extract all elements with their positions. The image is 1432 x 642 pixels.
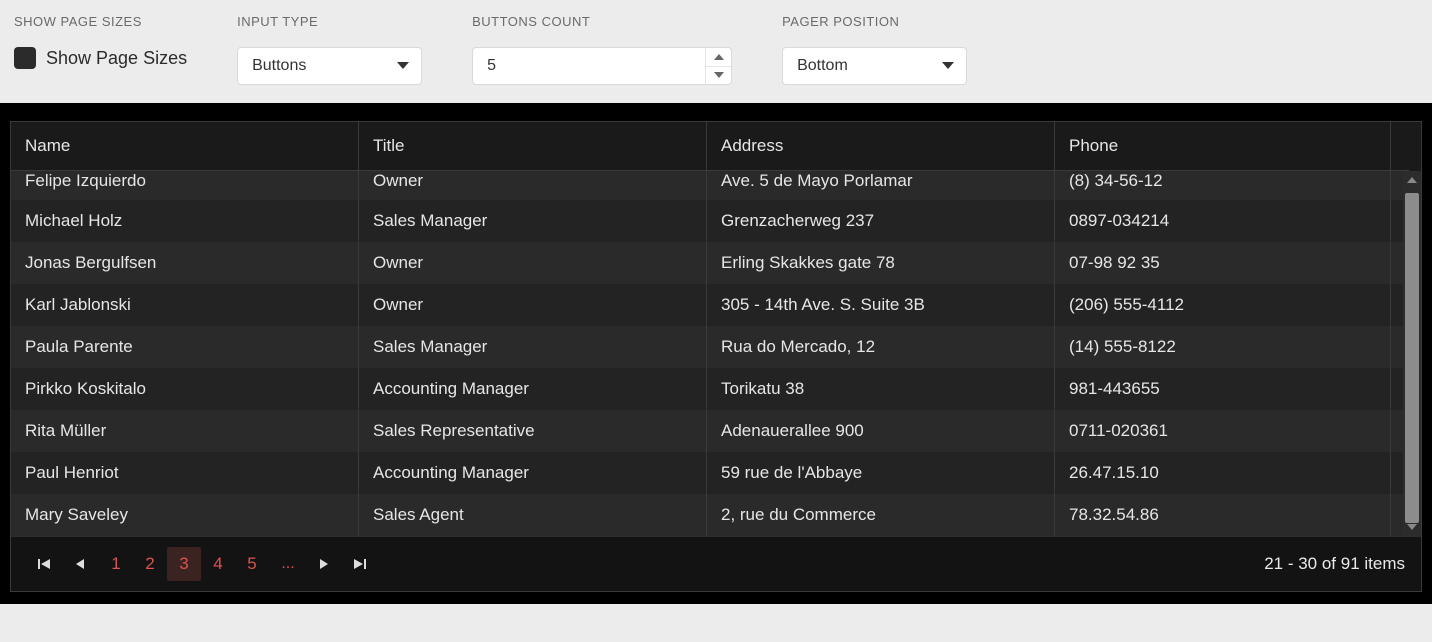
cell-name: Rita Müller — [11, 410, 359, 452]
input-type-control: INPUT TYPE Buttons — [237, 14, 422, 85]
show-page-sizes-checkbox-label[interactable]: Show Page Sizes — [46, 48, 187, 69]
cell-title: Owner — [359, 284, 707, 326]
cell-address: 59 rue de l'Abbaye — [707, 452, 1055, 494]
cell-name: Mary Saveley — [11, 494, 359, 536]
cell-phone: (206) 555-4112 — [1055, 284, 1391, 326]
pager-page-1[interactable]: 1 — [99, 547, 133, 581]
cell-phone: 0897-034214 — [1055, 200, 1391, 242]
cell-phone: 0711-020361 — [1055, 410, 1391, 452]
pager-position-control: PAGER POSITION Bottom — [782, 14, 967, 85]
pager-prev-button[interactable] — [63, 547, 97, 581]
cell-title: Sales Agent — [359, 494, 707, 536]
scrollbar-thumb[interactable] — [1405, 193, 1419, 523]
cell-phone: 981-443655 — [1055, 368, 1391, 410]
pager-position-label: PAGER POSITION — [782, 14, 967, 29]
buttons-count-input[interactable]: 5 — [472, 47, 732, 85]
chevron-down-icon — [942, 62, 954, 70]
cell-address: Torikatu 38 — [707, 368, 1055, 410]
cell-phone: (8) 34-56-12 — [1055, 171, 1391, 200]
scrollbar-track[interactable] — [1403, 189, 1421, 518]
buttons-count-control: BUTTONS COUNT 5 — [472, 14, 732, 85]
table-row[interactable]: Felipe IzquierdoOwnerAve. 5 de Mayo Porl… — [11, 171, 1421, 200]
cell-name: Paula Parente — [11, 326, 359, 368]
table-row[interactable]: Paul HenriotAccounting Manager59 rue de … — [11, 452, 1421, 494]
spinner-down-button[interactable] — [706, 67, 731, 85]
spinner-up-button[interactable] — [706, 48, 731, 67]
pager-controls: 12345 ... — [27, 547, 377, 581]
pager-position-dropdown[interactable]: Bottom — [782, 47, 967, 85]
cell-title: Owner — [359, 171, 707, 200]
table-row[interactable]: Michael HolzSales ManagerGrenzacherweg 2… — [11, 200, 1421, 242]
table-row[interactable]: Jonas BergulfsenOwnerErling Skakkes gate… — [11, 242, 1421, 284]
pager-page-3[interactable]: 3 — [167, 547, 201, 581]
pager-first-button[interactable] — [27, 547, 61, 581]
input-type-value: Buttons — [252, 57, 306, 75]
pager-last-button[interactable] — [343, 547, 377, 581]
table-row[interactable]: Mary SaveleySales Agent2, rue du Commerc… — [11, 494, 1421, 536]
cell-title: Owner — [359, 242, 707, 284]
pager: 12345 ... 21 - 30 of 91 items — [11, 536, 1421, 591]
cell-title: Accounting Manager — [359, 368, 707, 410]
show-page-sizes-control: SHOW PAGE SIZES Show Page Sizes — [14, 14, 187, 85]
grid-header: Name Title Address Phone — [11, 122, 1421, 171]
pager-ellipsis[interactable]: ... — [271, 555, 305, 573]
buttons-count-spinners — [705, 48, 731, 84]
pager-info: 21 - 30 of 91 items — [1264, 554, 1405, 574]
cell-name: Paul Henriot — [11, 452, 359, 494]
grid-container: Name Title Address Phone Felipe Izquierd… — [0, 103, 1432, 604]
pager-next-button[interactable] — [307, 547, 341, 581]
column-header-phone[interactable]: Phone — [1055, 122, 1391, 171]
cell-phone: 07-98 92 35 — [1055, 242, 1391, 284]
header-scroll-spacer — [1391, 122, 1409, 171]
cell-name: Pirkko Koskitalo — [11, 368, 359, 410]
column-header-title[interactable]: Title — [359, 122, 707, 171]
cell-address: Ave. 5 de Mayo Porlamar — [707, 171, 1055, 200]
grid-body-wrap: Felipe IzquierdoOwnerAve. 5 de Mayo Porl… — [11, 171, 1421, 536]
controls-bar: SHOW PAGE SIZES Show Page Sizes INPUT TY… — [0, 0, 1432, 103]
scroll-up-icon[interactable] — [1403, 171, 1421, 189]
cell-address: Grenzacherweg 237 — [707, 200, 1055, 242]
table-row[interactable]: Pirkko KoskitaloAccounting ManagerTorika… — [11, 368, 1421, 410]
show-page-sizes-checkbox[interactable] — [14, 47, 36, 69]
cell-title: Sales Representative — [359, 410, 707, 452]
chevron-down-icon — [397, 62, 409, 70]
cell-title: Sales Manager — [359, 326, 707, 368]
cell-phone: 26.47.15.10 — [1055, 452, 1391, 494]
pager-page-2[interactable]: 2 — [133, 547, 167, 581]
table-row[interactable]: Paula ParenteSales ManagerRua do Mercado… — [11, 326, 1421, 368]
cell-name: Felipe Izquierdo — [11, 171, 359, 200]
cell-address: 305 - 14th Ave. S. Suite 3B — [707, 284, 1055, 326]
cell-phone: 78.32.54.86 — [1055, 494, 1391, 536]
input-type-label: INPUT TYPE — [237, 14, 422, 29]
buttons-count-value: 5 — [487, 57, 496, 75]
data-grid: Name Title Address Phone Felipe Izquierd… — [10, 121, 1422, 592]
show-page-sizes-label: SHOW PAGE SIZES — [14, 14, 187, 29]
pager-page-5[interactable]: 5 — [235, 547, 269, 581]
cell-name: Jonas Bergulfsen — [11, 242, 359, 284]
table-row[interactable]: Rita MüllerSales RepresentativeAdenauera… — [11, 410, 1421, 452]
cell-address: Adenauerallee 900 — [707, 410, 1055, 452]
cell-address: Rua do Mercado, 12 — [707, 326, 1055, 368]
input-type-dropdown[interactable]: Buttons — [237, 47, 422, 85]
table-row[interactable]: Karl JablonskiOwner305 - 14th Ave. S. Su… — [11, 284, 1421, 326]
pager-page-4[interactable]: 4 — [201, 547, 235, 581]
pager-position-value: Bottom — [797, 57, 848, 75]
grid-body: Felipe IzquierdoOwnerAve. 5 de Mayo Porl… — [11, 171, 1421, 536]
cell-address: Erling Skakkes gate 78 — [707, 242, 1055, 284]
column-header-address[interactable]: Address — [707, 122, 1055, 171]
cell-name: Karl Jablonski — [11, 284, 359, 326]
buttons-count-label: BUTTONS COUNT — [472, 14, 732, 29]
cell-name: Michael Holz — [11, 200, 359, 242]
cell-address: 2, rue du Commerce — [707, 494, 1055, 536]
cell-phone: (14) 555-8122 — [1055, 326, 1391, 368]
cell-title: Accounting Manager — [359, 452, 707, 494]
vertical-scrollbar[interactable] — [1403, 171, 1421, 536]
cell-title: Sales Manager — [359, 200, 707, 242]
column-header-name[interactable]: Name — [11, 122, 359, 171]
